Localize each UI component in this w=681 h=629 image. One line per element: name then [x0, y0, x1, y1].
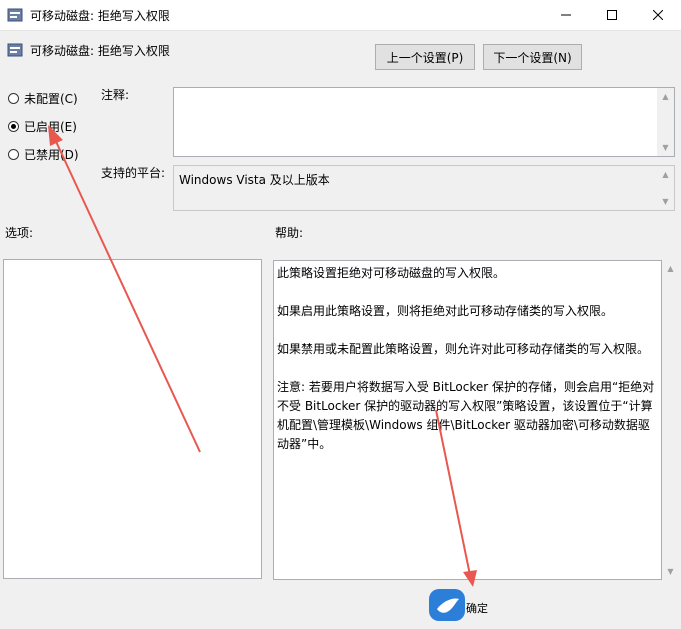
scroll-down-icon[interactable]: ▼: [657, 193, 674, 210]
radio-enabled[interactable]: 已启用(E): [8, 118, 77, 135]
scroll-down-icon[interactable]: ▼: [662, 563, 679, 580]
policy-title: 可移动磁盘: 拒绝写入权限: [30, 44, 170, 58]
help-label: 帮助:: [275, 226, 304, 240]
close-icon: [653, 10, 663, 20]
close-button[interactable]: [635, 0, 681, 30]
radio-label: 未配置(C): [24, 92, 78, 106]
options-panel: [3, 259, 262, 579]
help-paragraph: 如果禁用或未配置此策略设置，则允许对此可移动存储类的写入权限。: [277, 342, 650, 356]
scroll-up-icon[interactable]: ▲: [657, 166, 674, 183]
title-bar: 可移动磁盘: 拒绝写入权限: [0, 0, 681, 31]
minimize-icon: [561, 14, 571, 16]
scroll-up-icon[interactable]: ▲: [657, 88, 674, 105]
help-panel: 此策略设置拒绝对可移动磁盘的写入权限。 如果启用此策略设置，则将拒绝对此可移动存…: [273, 260, 662, 580]
policy-app-icon: [7, 8, 23, 22]
radio-not-configured[interactable]: 未配置(C): [8, 90, 78, 107]
platform-value: Windows Vista 及以上版本: [179, 173, 330, 187]
minimize-button[interactable]: [543, 0, 589, 30]
radio-label: 已启用(E): [24, 120, 77, 134]
previous-setting-button[interactable]: 上一个设置(P): [375, 44, 475, 70]
next-setting-button[interactable]: 下一个设置(N): [483, 44, 582, 70]
comment-scrollbar[interactable]: ▲ ▼: [657, 88, 674, 156]
scroll-down-icon[interactable]: ▼: [657, 139, 674, 156]
radio-label: 已禁用(D): [24, 148, 79, 162]
help-paragraph: 如果启用此策略设置，则将拒绝对此可移动存储类的写入权限。: [277, 304, 614, 318]
options-label: 选项:: [5, 226, 34, 240]
radio-circle[interactable]: [8, 149, 19, 160]
help-text: 此策略设置拒绝对可移动磁盘的写入权限。 如果启用此策略设置，则将拒绝对此可移动存…: [277, 264, 655, 473]
window-title: 可移动磁盘: 拒绝写入权限: [30, 9, 170, 23]
maximize-button[interactable]: [589, 0, 635, 30]
maximize-icon: [607, 10, 617, 20]
radio-circle[interactable]: [8, 93, 19, 104]
comment-textarea[interactable]: ▲ ▼: [173, 87, 675, 157]
ok-button-label[interactable]: 确定: [466, 600, 488, 616]
help-paragraph: 此策略设置拒绝对可移动磁盘的写入权限。: [277, 266, 506, 280]
platform-scrollbar[interactable]: ▲ ▼: [657, 166, 674, 210]
scroll-up-icon[interactable]: ▲: [662, 260, 679, 277]
radio-disabled[interactable]: 已禁用(D): [8, 146, 79, 163]
help-scrollbar[interactable]: ▲ ▼: [662, 260, 679, 580]
policy-setting-icon: [7, 43, 23, 57]
comment-label: 注释:: [101, 88, 130, 102]
platform-label: 支持的平台:: [101, 166, 166, 180]
radio-circle-checked[interactable]: [8, 121, 19, 132]
platform-field: Windows Vista 及以上版本 ▲ ▼: [173, 165, 675, 211]
help-paragraph: 注意: 若要用户将数据写入受 BitLocker 保护的存储，则会启用“拒绝对不…: [277, 380, 655, 451]
